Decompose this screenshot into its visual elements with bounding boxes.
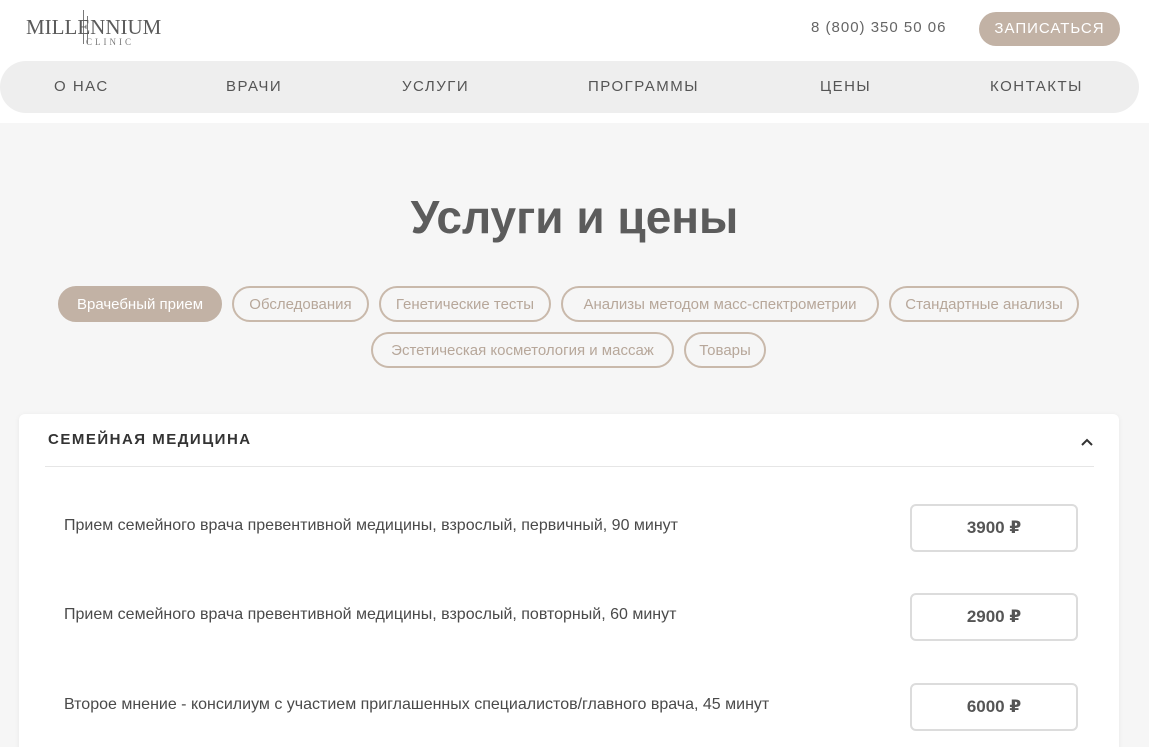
page-title: Услуги и цены — [410, 191, 739, 243]
nav-item-contacts[interactable]: КОНТАКТЫ — [990, 61, 1083, 113]
filter-pill-standard-tests[interactable]: Стандартные анализы — [889, 286, 1079, 322]
price-row: Прием семейного врача превентивной медиц… — [19, 504, 1119, 554]
price-value: 3900 ₽ — [910, 504, 1078, 552]
service-name: Прием семейного врача превентивной медиц… — [64, 606, 677, 623]
nav-item-prices[interactable]: ЦЕНЫ — [820, 61, 871, 113]
filter-pill-genetic-tests[interactable]: Генетические тесты — [379, 286, 551, 322]
main-nav: О НАС ВРАЧИ УСЛУГИ ПРОГРАММЫ ЦЕНЫ КОНТАК… — [0, 61, 1139, 113]
divider — [45, 466, 1094, 467]
section-title[interactable]: СЕМЕЙНАЯ МЕДИЦИНА — [48, 431, 252, 448]
price-row: Второе мнение - консилиум с участием при… — [19, 683, 1119, 733]
price-row: Прием семейного врача превентивной медиц… — [19, 593, 1119, 643]
filter-pill-cosmetology[interactable]: Эстетическая косметология и массаж — [371, 332, 674, 368]
filter-pill-consultation[interactable]: Врачебный прием — [58, 286, 222, 322]
logo[interactable]: MILLENNIUM CLINIC — [26, 10, 161, 48]
price-section-card: СЕМЕЙНАЯ МЕДИЦИНА Прием семейного врача … — [19, 414, 1119, 747]
nav-item-about[interactable]: О НАС — [54, 61, 109, 113]
filter-pill-mass-spectrometry[interactable]: Анализы методом масс-спектрометрии — [561, 286, 879, 322]
logo-sub: CLINIC — [86, 37, 134, 47]
price-value: 6000 ₽ — [910, 683, 1078, 731]
site-header: MILLENNIUM CLINIC 8 (800) 350 50 06 ЗАПИ… — [0, 0, 1149, 123]
service-name: Второе мнение - консилиум с участием при… — [64, 696, 770, 713]
nav-item-programs[interactable]: ПРОГРАММЫ — [588, 61, 699, 113]
phone-link[interactable]: 8 (800) 350 50 06 — [811, 19, 946, 36]
filter-pill-examinations[interactable]: Обследования — [232, 286, 369, 322]
chevron-up-icon[interactable] — [1080, 435, 1094, 449]
nav-item-services[interactable]: УСЛУГИ — [402, 61, 469, 113]
service-name: Прием семейного врача превентивной медиц… — [64, 517, 679, 534]
nav-item-doctors[interactable]: ВРАЧИ — [226, 61, 282, 113]
book-appointment-button[interactable]: ЗАПИСАТЬСЯ — [979, 12, 1120, 46]
price-value: 2900 ₽ — [910, 593, 1078, 641]
filter-pill-products[interactable]: Товары — [684, 332, 766, 368]
